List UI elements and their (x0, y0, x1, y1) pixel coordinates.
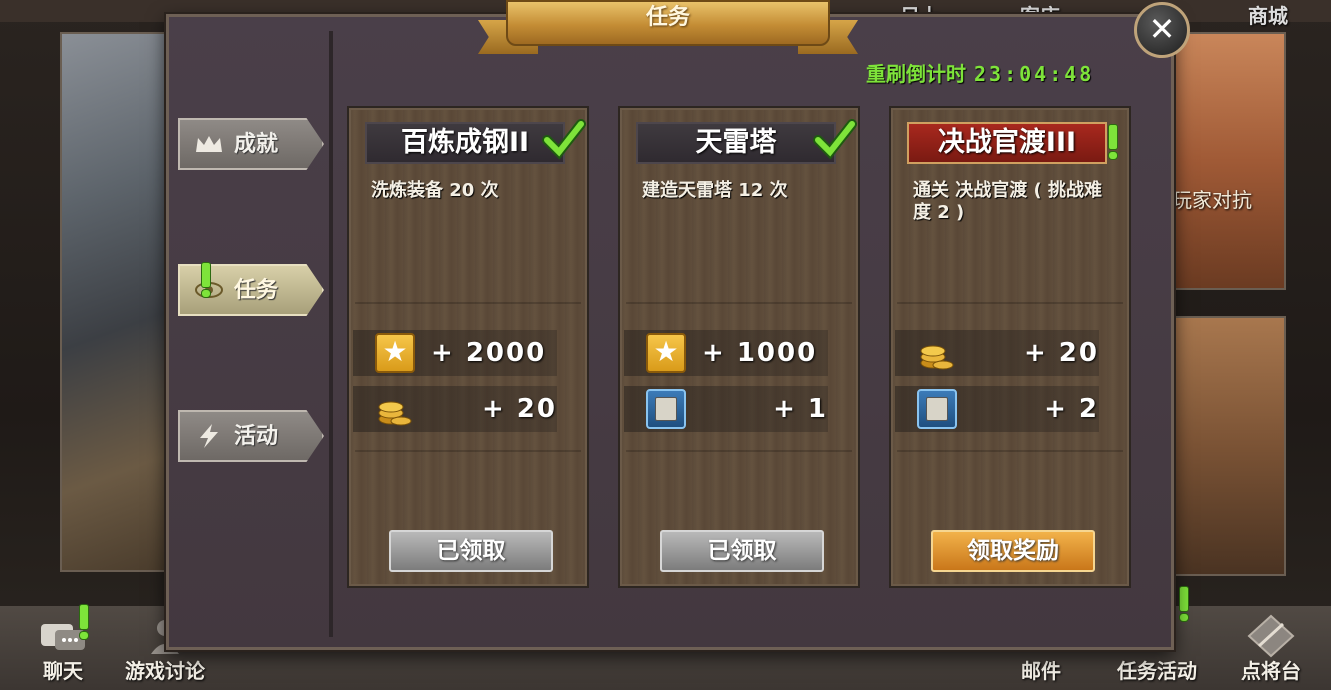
reward-value: + 1000 (702, 338, 818, 368)
reward-value: + 2 (1044, 394, 1099, 424)
general-platform-label: 点将台 (1241, 659, 1301, 683)
banner-center: 任务 (506, 0, 830, 46)
background-hero-art (60, 32, 170, 572)
divider (897, 450, 1123, 452)
mission-description: 建造天雷塔 12 次 (642, 180, 788, 201)
refresh-countdown-value: 23:04:48 (974, 62, 1095, 86)
checkmark-icon (813, 119, 857, 160)
background-pvp-art[interactable] (1170, 32, 1286, 290)
background-pvp-label: 玩家对抗 (1172, 188, 1252, 212)
mission-name-bar: 决战官渡III (907, 122, 1107, 164)
mail-label: 邮件 (1021, 659, 1061, 683)
claim-reward-button-label: 领取奖励 (967, 538, 1059, 564)
quest-alert-icon (1178, 586, 1189, 622)
general-card-icon (646, 389, 686, 429)
tab-divider (329, 31, 333, 637)
tab-achievements[interactable]: 成就 (178, 118, 324, 170)
mission-name: 天雷塔 (695, 127, 777, 158)
lightning-icon (200, 424, 218, 448)
claimed-button-label: 已领取 (707, 538, 777, 564)
reward-row: + 20 (895, 330, 1099, 376)
close-button[interactable]: ✕ (1134, 2, 1190, 58)
mission-description: 通关 决战官渡 ( 挑战难度 2 ) (913, 180, 1103, 223)
refresh-countdown: 重刷倒计时 23:04:48 (866, 58, 1094, 87)
claimed-button[interactable]: 已领取 (389, 530, 553, 572)
divider (355, 450, 581, 452)
reward-row: + 1 (624, 386, 828, 432)
exclamation-icon (1107, 124, 1118, 160)
chat-button[interactable]: 聊天 (8, 606, 118, 690)
quest-activity-label: 任务活动 (1117, 659, 1197, 683)
refresh-countdown-label: 重刷倒计时 (866, 62, 966, 86)
general-card-icon (917, 389, 957, 429)
divider (355, 302, 581, 304)
star-icon: ★ (646, 333, 686, 373)
reward-value: + 20 (1023, 338, 1099, 368)
claimed-button[interactable]: 已领取 (660, 530, 824, 572)
background-battle-art[interactable] (1170, 316, 1286, 576)
star-icon: ★ (375, 333, 415, 373)
close-icon: ✕ (1148, 10, 1176, 48)
chat-alert-icon (78, 604, 89, 640)
divider (626, 450, 852, 452)
tab-quests-label: 任务 (234, 278, 279, 303)
reward-value: + 1 (773, 394, 828, 424)
mission-card: 天雷塔 建造天雷塔 12 次 ★ + 1000 + 1 已领取 (618, 106, 860, 588)
tab-events-label: 活动 (234, 424, 279, 449)
chat-label: 聊天 (43, 659, 83, 683)
claimed-button-label: 已领取 (436, 538, 506, 564)
dialog-title: 任务 (645, 5, 690, 30)
mission-description: 洗炼装备 20 次 (371, 180, 499, 201)
mission-name: 百炼成钢II (400, 127, 530, 158)
reward-row: + 20 (353, 386, 557, 432)
reward-value: + 20 (481, 394, 557, 424)
divider (897, 302, 1123, 304)
mission-name-bar: 天雷塔 (636, 122, 836, 164)
tab-events[interactable]: 活动 (178, 410, 324, 462)
claim-reward-button[interactable]: 领取奖励 (931, 530, 1095, 572)
mission-name: 决战官渡III (937, 127, 1077, 158)
reward-row: ★ + 2000 (353, 330, 557, 376)
general-platform-icon (1247, 614, 1295, 658)
reward-value: + 2000 (431, 338, 547, 368)
game-screen: 日上 客店 商城 玩家对抗 聊天 游戏讨论 邮件 (0, 0, 1331, 690)
gold-coins-icon (920, 345, 954, 370)
tab-quests-alert-icon (200, 262, 211, 298)
gold-coins-icon (378, 401, 412, 426)
mission-card: 百炼成钢II 洗炼装备 20 次 ★ + 2000 + 20 已领取 (347, 106, 589, 588)
general-platform-button[interactable]: 点将台 (1216, 606, 1326, 690)
reward-row: + 2 (895, 386, 1099, 432)
discussion-label: 游戏讨论 (125, 659, 205, 683)
tab-achievements-label: 成就 (234, 132, 279, 157)
mission-name-bar: 百炼成钢II (365, 122, 565, 164)
crown-icon (196, 136, 222, 152)
divider (626, 302, 852, 304)
mission-card: 决战官渡III 通关 决战官渡 ( 挑战难度 2 ) + 20 + 2 领取奖励 (889, 106, 1131, 588)
dialog-title-banner: 任务 (478, 0, 858, 58)
checkmark-icon (542, 119, 586, 160)
top-nav-item-shop[interactable]: 商城 (1248, 0, 1288, 29)
reward-row: ★ + 1000 (624, 330, 828, 376)
